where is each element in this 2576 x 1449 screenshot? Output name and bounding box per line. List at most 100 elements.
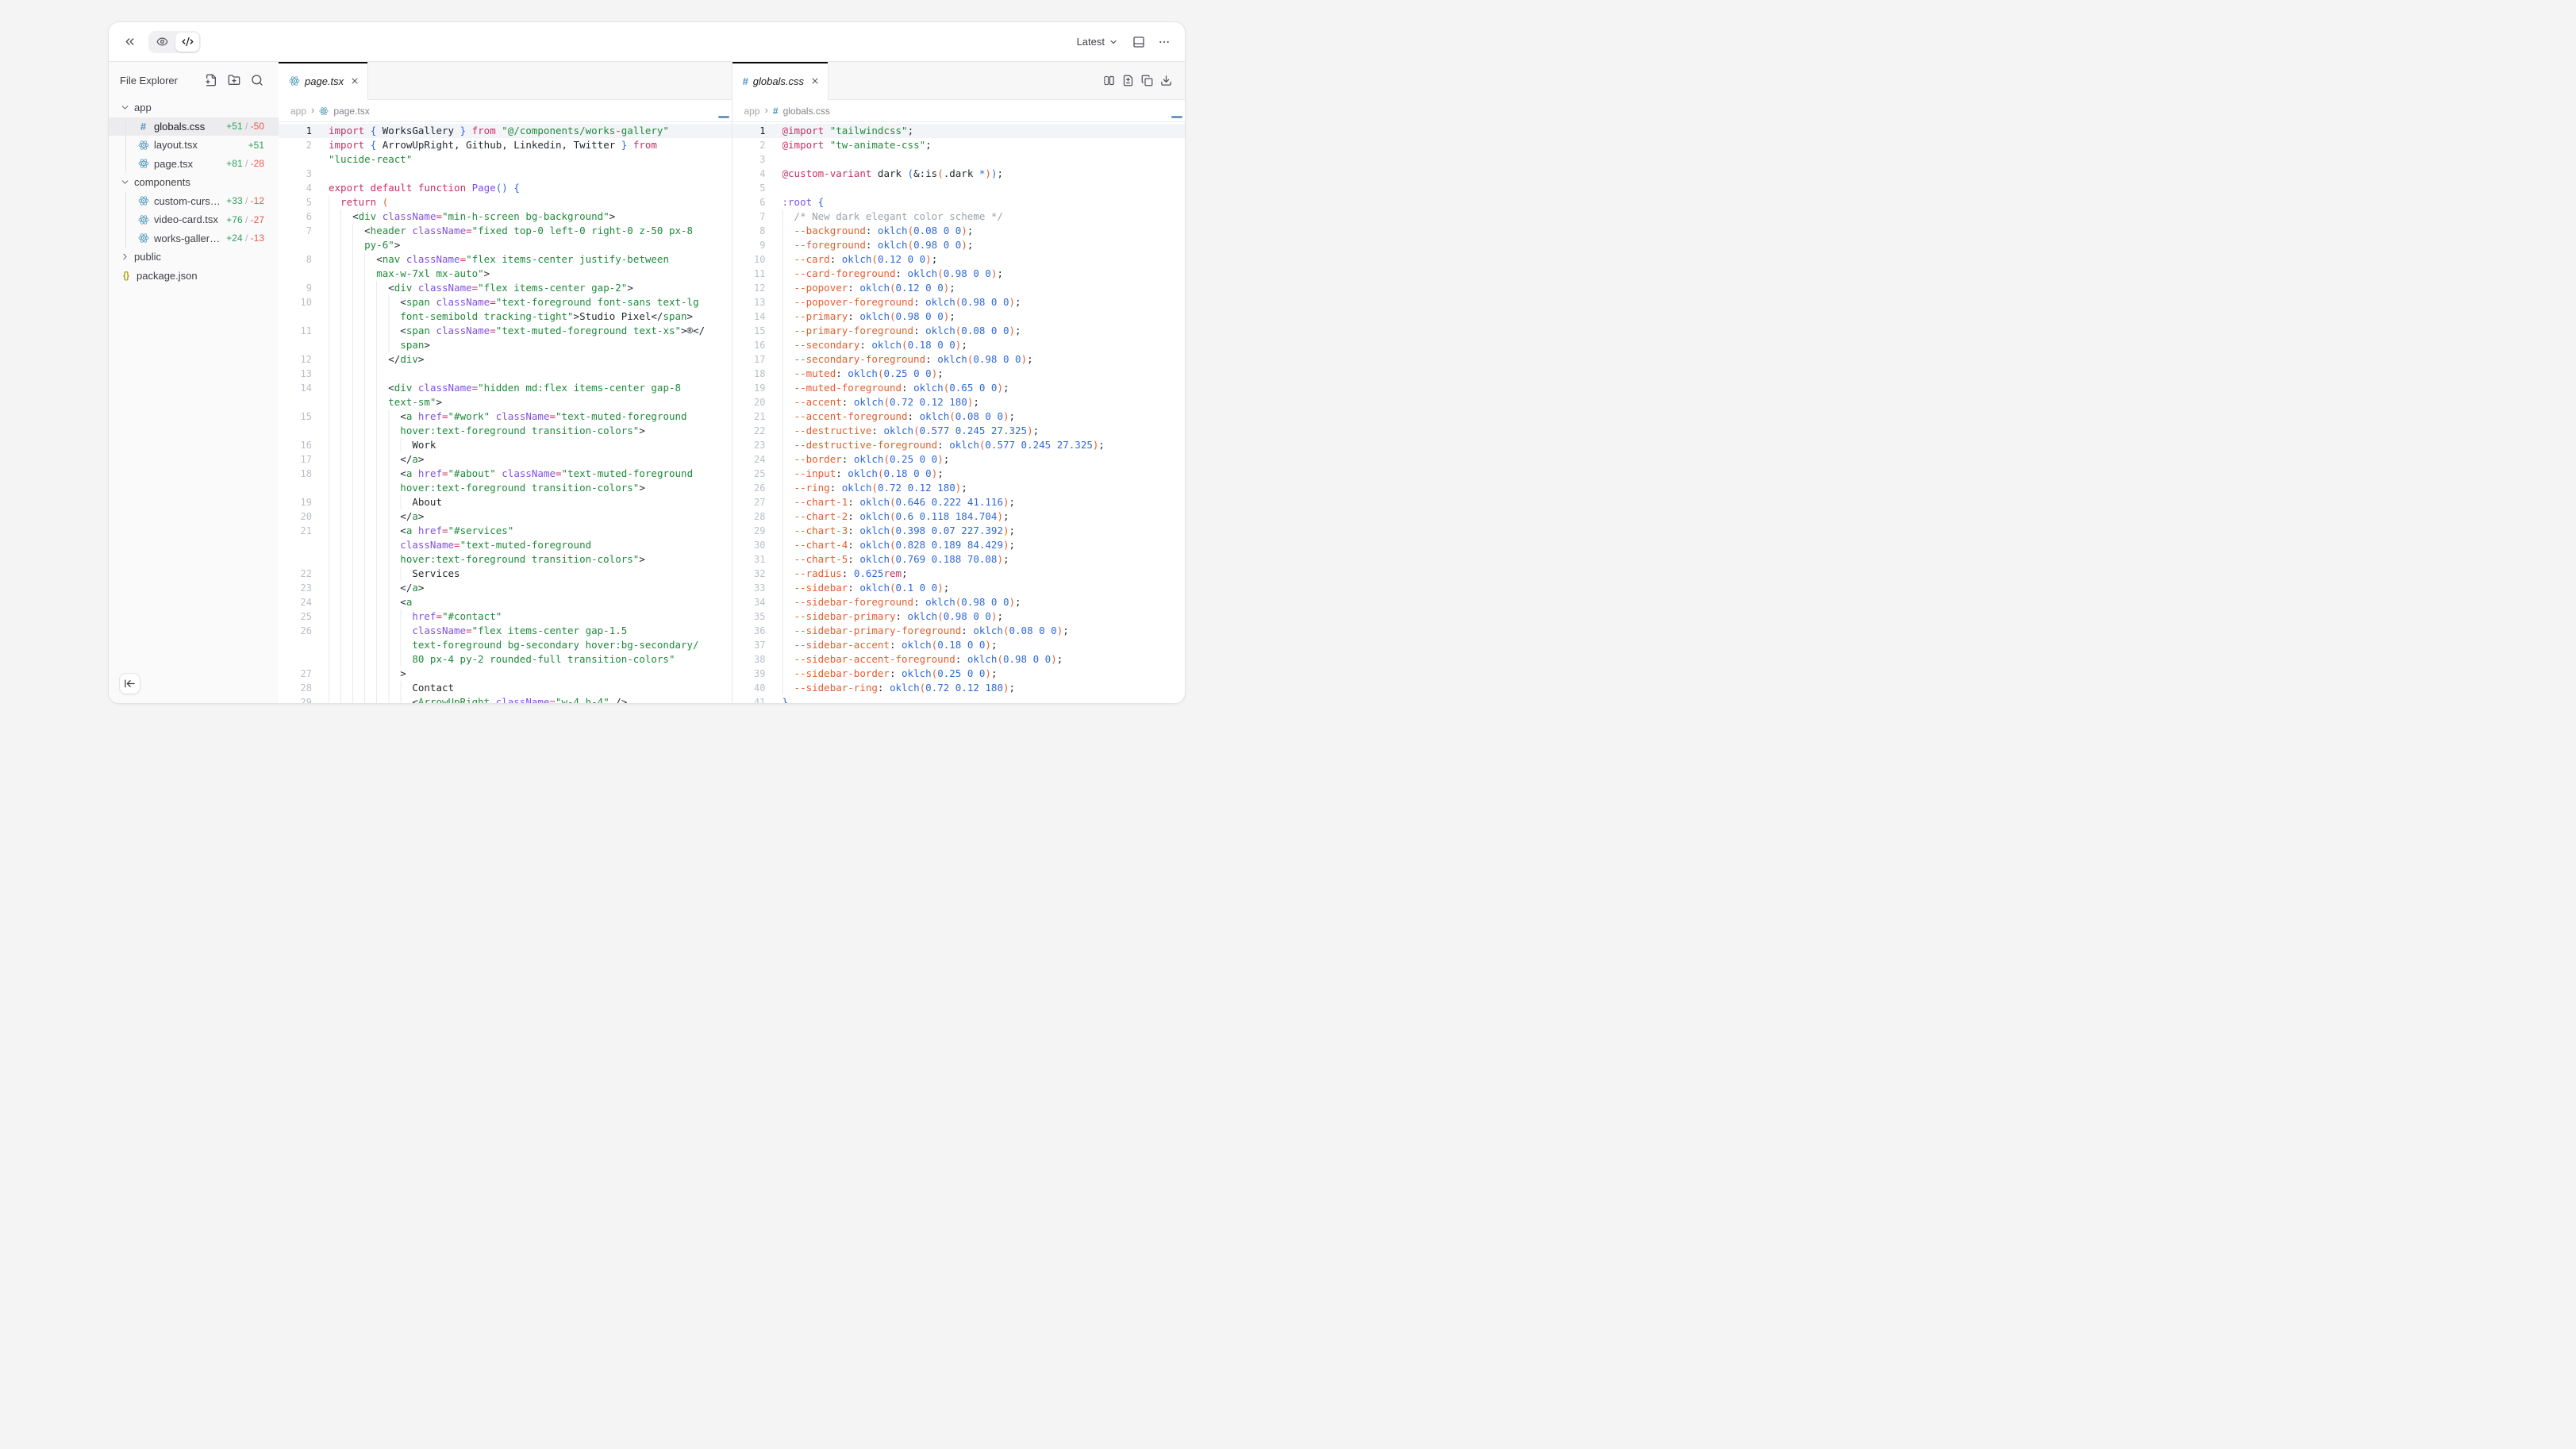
code-row: 28--chart-2: oklch(0.6 0.118 184.704); [732,509,1186,524]
new-folder-button[interactable] [226,72,242,88]
tab-label: globals.css [753,75,804,87]
tree-item-works-galler[interactable]: works-galler…+24 / -13 [109,229,279,248]
diff-stats: +33 / -12 [221,195,264,206]
code-line [329,167,732,181]
line-number: 36 [732,624,766,638]
more-options-button[interactable] [1153,31,1175,53]
close-icon[interactable] [810,76,820,86]
close-icon[interactable] [350,76,359,86]
deletions: -12 [251,195,264,206]
indent-guides [329,624,412,638]
line-number: 6 [732,195,766,209]
code-line: --primary-foreground: oklch(0.08 0 0); [782,324,1186,338]
deletions: -27 [251,214,264,225]
line-number: 24 [279,595,312,609]
code-toggle-button[interactable] [175,33,199,52]
line-number: 35 [732,609,766,624]
version-selector-button[interactable]: Latest [1071,32,1125,52]
line-number: 39 [732,667,766,681]
line-number: 18 [279,467,312,481]
new-file-button[interactable] [203,72,219,88]
line-number: 18 [732,367,766,381]
indent-guides [329,509,400,524]
scrollbar-thumb[interactable] [718,116,729,118]
split-view-button[interactable] [1100,71,1118,90]
code-line: <ArrowUpRight className="w-4 h-4" /> [329,695,732,703]
code-row: 23</a> [279,581,732,595]
line-number: 1 [732,124,766,138]
copy-code-button[interactable] [1138,71,1156,90]
css-hash-icon: # [743,76,748,86]
collapse-panel-button[interactable] [118,31,140,53]
tree-item-globals.css[interactable]: #globals.css+51 / -50 [109,117,279,136]
chevron-right-icon: › [765,105,768,115]
indent-guides [329,238,364,252]
react-icon [319,106,329,116]
tree-item-public[interactable]: public [109,248,279,267]
additions: +51 [248,140,264,151]
diff-stats: +81 / -28 [221,158,264,169]
tab-page-tsx[interactable]: page.tsx [279,62,368,100]
panel-bottom-button[interactable] [1128,31,1150,53]
code-row: 24<a [279,595,732,609]
collapse-sidebar-button[interactable] [119,673,140,694]
tree-item-label: globals.css [154,121,205,133]
json-braces-icon: {} [120,271,132,280]
code-line: /* New dark elegant color scheme */ [782,209,1186,224]
preview-toggle-button[interactable] [150,33,174,52]
indent-guides [329,667,400,681]
code-row: 16--secondary: oklch(0.18 0 0); [732,338,1186,352]
workspace-body: File Explorer app#globals.css+51 / -50la… [109,62,1185,703]
line-number: 11 [279,324,312,338]
code-line: className="flex items-center gap-1.5 [329,624,732,638]
code-row: hover:text-foreground transition-colors"… [279,424,732,438]
line-number: 3 [279,167,312,181]
code-row: 20--accent: oklch(0.72 0.12 180); [732,395,1186,409]
line-number [279,152,312,167]
code-row: 3 [732,152,1186,167]
indent-guides [329,252,376,267]
tree-item-label: package.json [136,270,198,282]
code-line: return ( [329,195,732,209]
line-number: 22 [732,424,766,438]
line-number: 19 [279,495,312,509]
tree-item-package.json[interactable]: {} package.json [109,267,279,286]
arrow-left-to-line-icon [124,678,136,690]
line-number [279,538,312,552]
tree-item-custom-curs[interactable]: custom-curs…+33 / -12 [109,192,279,211]
code-line: --chart-1: oklch(0.646 0.222 41.116); [782,495,1186,509]
indent-guides [329,295,400,309]
tab-bar-left: page.tsx [279,62,732,100]
code-row: 39--sidebar-border: oklch(0.25 0 0); [732,667,1186,681]
deletions: -13 [251,233,264,244]
scrollbar-thumb[interactable] [1171,116,1182,118]
file-diff-button[interactable] [1119,71,1137,90]
code-row: 3 [279,167,732,181]
search-files-button[interactable] [249,72,265,88]
file-diff-icon [1122,75,1134,86]
indent-guides [782,595,794,609]
tree-item-app[interactable]: app [109,98,279,117]
tab-globals-css[interactable]: # globals.css [732,62,829,100]
tree-item-layout.tsx[interactable]: layout.tsx+51 [109,136,279,155]
line-number: 23 [732,438,766,452]
tree-item-video-card.tsx[interactable]: video-card.tsx+76 / -27 [109,210,279,229]
line-number [279,652,312,667]
tree-indent-guide [125,210,126,229]
diff-separator: / [243,233,251,244]
download-file-button[interactable] [1157,71,1175,90]
tree-item-components[interactable]: components [109,173,279,192]
code-row: 6:root { [732,195,1186,209]
indent-guides [782,609,794,624]
line-number: 15 [732,324,766,338]
tree-item-page.tsx[interactable]: page.tsx+81 / -28 [109,155,279,174]
indent-guides [782,667,794,681]
code-line: --muted: oklch(0.25 0 0); [782,367,1186,381]
code-line: import { WorksGallery } from "@/componen… [329,124,732,138]
code-row: 26className="flex items-center gap-1.5 [279,624,732,638]
line-number: 4 [279,181,312,195]
deletions: -50 [251,121,264,132]
code-editor-page-tsx[interactable]: 1import { WorksGallery } from "@/compone… [279,122,732,703]
code-row: 25--input: oklch(0.18 0 0); [732,467,1186,481]
code-editor-globals-css[interactable]: 1@import "tailwindcss";2@import "tw-anim… [732,122,1186,703]
